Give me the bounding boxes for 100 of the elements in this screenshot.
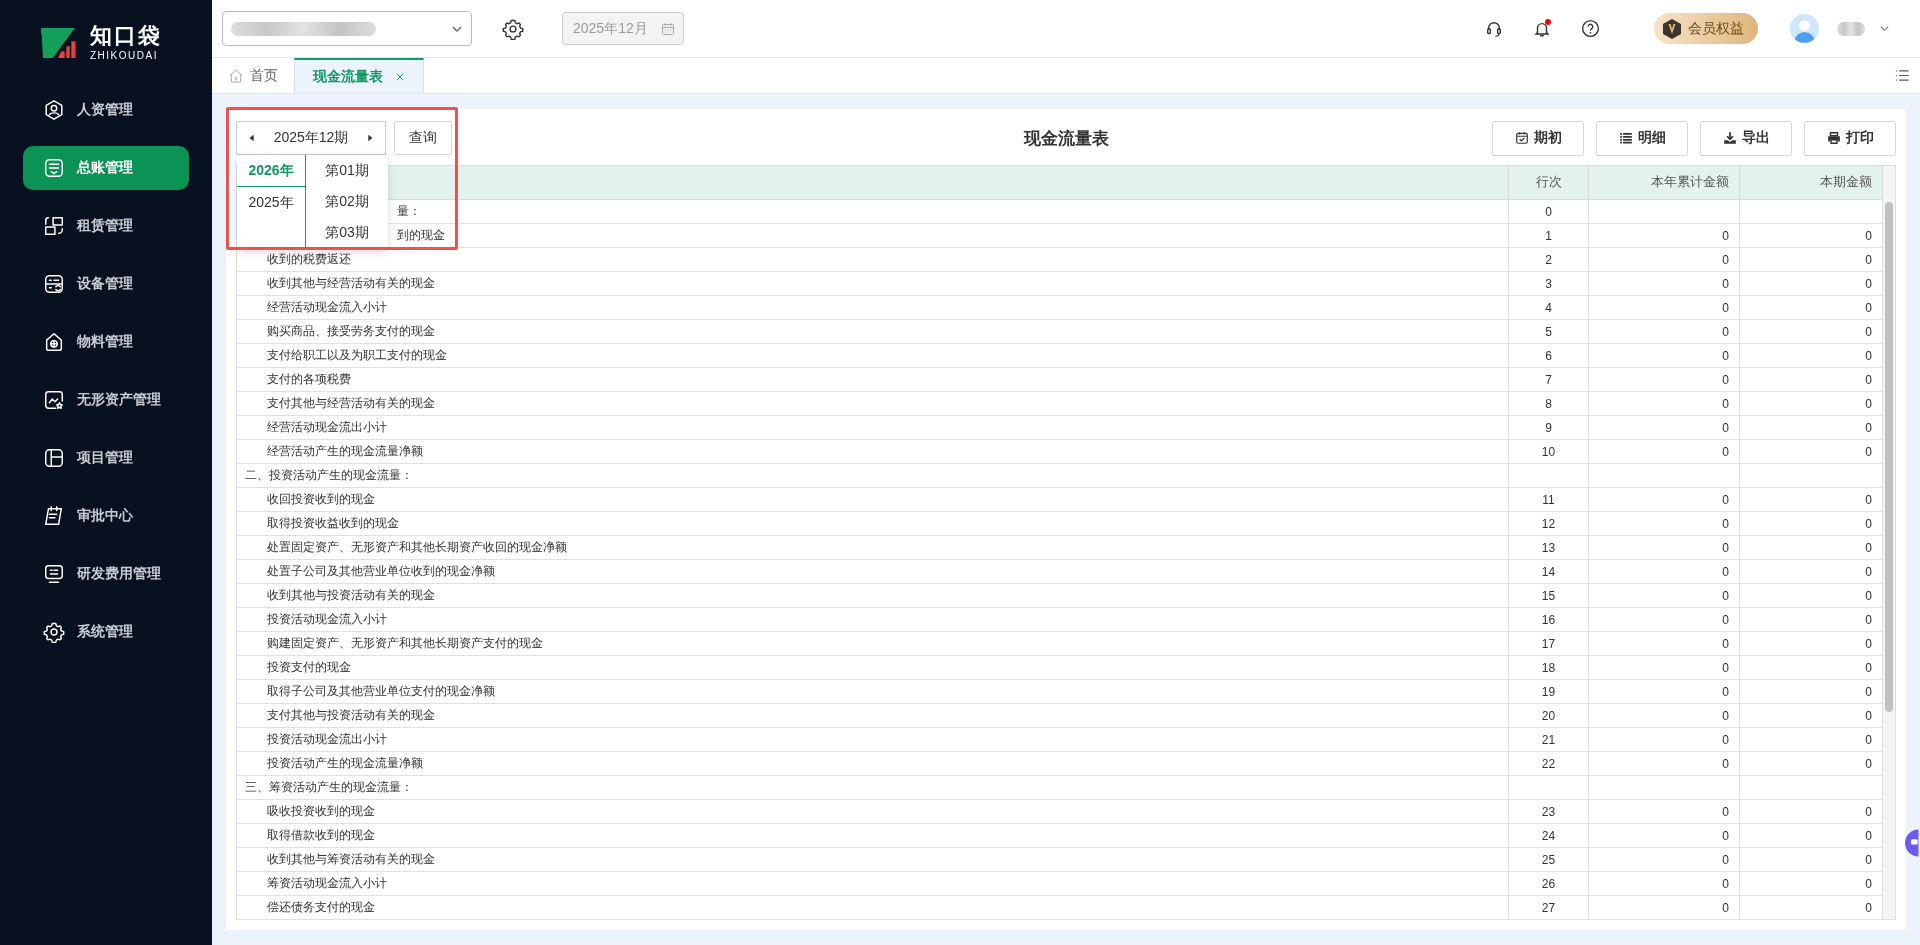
table-cell: 0 <box>1509 200 1589 224</box>
table-cell: 0 <box>1589 248 1740 272</box>
headset-icon[interactable] <box>1485 19 1503 38</box>
person-icon <box>43 99 65 121</box>
table-cell: 筹资活动现金流入小计 <box>237 872 1509 896</box>
sidebar-item[interactable]: 系统管理 <box>23 610 189 654</box>
member-button[interactable]: 会员权益 <box>1654 13 1758 44</box>
table-cell: 取得借款收到的现金 <box>237 824 1509 848</box>
table-cell: 0 <box>1589 536 1740 560</box>
logo-subtitle: ZHIKOUDAI <box>90 49 159 63</box>
table-cell: 0 <box>1589 848 1740 872</box>
prev-icon <box>247 133 257 143</box>
download-icon <box>1722 131 1737 145</box>
sidebar-item[interactable]: 人资管理 <box>23 88 189 132</box>
table-cell: 25 <box>1509 848 1589 872</box>
table-cell: 收到其他与经营活动有关的现金 <box>237 272 1509 296</box>
next-icon <box>365 133 375 143</box>
table-cell: 13 <box>1509 536 1589 560</box>
table-cell: 0 <box>1589 488 1740 512</box>
toolbar-button[interactable]: 期初 <box>1492 120 1584 156</box>
sidebar-item[interactable]: 研发费用管理 <box>23 552 189 596</box>
table-cell: 投资活动产生的现金流量净额 <box>237 752 1509 776</box>
sidebar-item[interactable]: 总账管理 <box>23 146 189 190</box>
table-cell: 支付其他与经营活动有关的现金 <box>237 392 1509 416</box>
table-cell: 0 <box>1589 224 1740 248</box>
toolbar-button[interactable]: 明细 <box>1596 120 1688 156</box>
swap-icon <box>43 215 65 237</box>
table-cell: 0 <box>1589 680 1740 704</box>
layout-icon <box>43 447 65 469</box>
calendar-icon <box>661 21 675 36</box>
table-cell: 0 <box>1589 272 1740 296</box>
table-cell: 购买商品、接受劳务支付的现金 <box>237 320 1509 344</box>
list-icon <box>1618 131 1633 145</box>
table-cell: 4 <box>1509 296 1589 320</box>
toolbar-button[interactable]: 导出 <box>1700 120 1792 156</box>
period-option[interactable]: 第02期 <box>306 186 388 217</box>
table-cell: 三、筹资活动产生的现金流量： <box>237 776 1509 800</box>
column-header: 本期金额 <box>1740 166 1883 200</box>
table-cell: 0 <box>1589 560 1740 584</box>
table-cell: 21 <box>1509 728 1589 752</box>
table-cell: 投资支付的现金 <box>237 656 1509 680</box>
table-cell: 0 <box>1589 824 1740 848</box>
printer-icon <box>1826 131 1841 145</box>
table-cell: 19 <box>1509 680 1589 704</box>
table-cell: 5 <box>1509 320 1589 344</box>
sidebar-item[interactable]: 审批中心 <box>23 494 189 538</box>
table-cell: 处置子公司及其他营业单位收到的现金净额 <box>237 560 1509 584</box>
sidebar-item[interactable]: 项目管理 <box>23 436 189 480</box>
table-cell: 15 <box>1509 584 1589 608</box>
settings-icon[interactable] <box>502 17 524 40</box>
toolbar-button[interactable]: 打印 <box>1804 120 1896 156</box>
table-cell: 取得子公司及其他营业单位支付的现金净额 <box>237 680 1509 704</box>
table-cell: 经营活动现金流出小计 <box>237 416 1509 440</box>
table-cell: 17 <box>1509 632 1589 656</box>
table-cell: 8 <box>1509 392 1589 416</box>
query-button[interactable]: 查询 <box>394 121 452 155</box>
table-cell: 0 <box>1589 800 1740 824</box>
table-cell: 支付其他与投资活动有关的现金 <box>237 704 1509 728</box>
period-picker[interactable]: 2025年12期 <box>236 121 386 155</box>
table-cell: 26 <box>1509 872 1589 896</box>
table-cell: 10 <box>1509 440 1589 464</box>
table-cell: 0 <box>1589 584 1740 608</box>
table-cell: 0 <box>1589 512 1740 536</box>
table-cell: 收回投资收到的现金 <box>237 488 1509 512</box>
table-cell: 0 <box>1589 608 1740 632</box>
calendar-icon <box>43 505 65 527</box>
table-cell: 经营活动现金流入小计 <box>237 296 1509 320</box>
list-icon[interactable] <box>1895 68 1910 83</box>
sidebar-item[interactable]: 租赁管理 <box>23 204 189 248</box>
sidebar-item[interactable]: 设备管理 <box>23 262 189 306</box>
table-cell: 0 <box>1589 656 1740 680</box>
table-cell: 0 <box>1589 296 1740 320</box>
table-cell: 取得投资收益收到的现金 <box>237 512 1509 536</box>
sidebar-item[interactable]: 物料管理 <box>23 320 189 364</box>
scrollbar[interactable] <box>1883 166 1895 919</box>
sidebar-item[interactable]: 无形资产管理 <box>23 378 189 422</box>
table-cell: 支付的各项税费 <box>237 368 1509 392</box>
year-option[interactable]: 2026年 <box>237 155 305 187</box>
table-cell: 处置固定资产、无形资产和其他长期资产收回的现金净额 <box>237 536 1509 560</box>
table-cell: 0 <box>1589 752 1740 776</box>
table-cell: 24 <box>1509 824 1589 848</box>
table-cell: 27 <box>1509 896 1589 920</box>
table-cell: 3 <box>1509 272 1589 296</box>
chart-icon <box>43 389 65 411</box>
close-icon[interactable] <box>395 71 405 82</box>
year-option[interactable]: 2025年 <box>237 187 305 218</box>
help-icon[interactable] <box>1581 19 1600 38</box>
table-cell: 0 <box>1589 320 1740 344</box>
period-option[interactable]: 第01期 <box>306 155 388 186</box>
chevron-icon[interactable] <box>1879 23 1890 34</box>
table-cell: 0 <box>1589 896 1740 920</box>
table-cell: 23 <box>1509 800 1589 824</box>
tab[interactable]: 首页 <box>212 58 294 93</box>
badge-icon <box>1662 17 1682 40</box>
report-title: 现金流量表 <box>1023 127 1109 150</box>
table-cell: 购建固定资产、无形资产和其他长期资产支付的现金 <box>237 632 1509 656</box>
avatar-icon[interactable] <box>1790 14 1819 43</box>
period-option[interactable]: 第03期 <box>306 217 388 248</box>
table-cell: 收到其他与筹资活动有关的现金 <box>237 848 1509 872</box>
table-cell: 14 <box>1509 560 1589 584</box>
